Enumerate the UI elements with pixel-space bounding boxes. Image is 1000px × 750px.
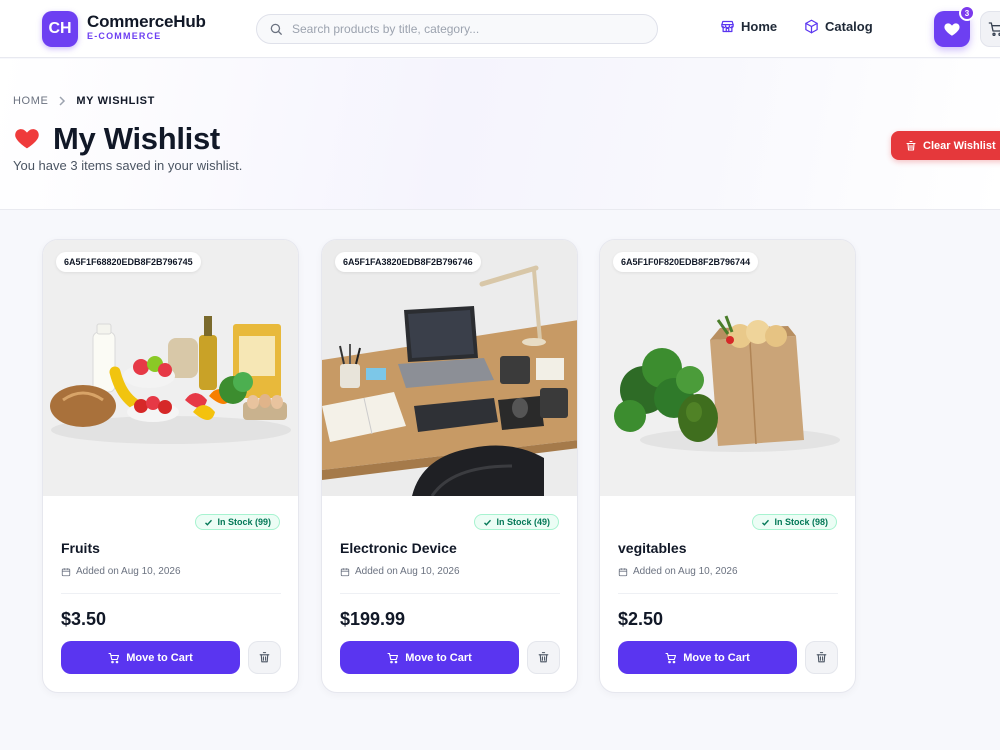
added-date-label: Added on Aug 10, 2026: [633, 566, 738, 577]
trash-icon: [259, 652, 270, 663]
vegetables-illustration: [600, 240, 855, 496]
top-navbar: CH CommerceHub E-COMMERCE Home Catalog 3: [0, 0, 1000, 58]
product-price: $3.50: [61, 609, 107, 629]
move-to-cart-button[interactable]: Move to Cart: [340, 641, 519, 674]
product-name[interactable]: Electronic Device: [340, 540, 457, 556]
product-id-chip: 6A5F1FA3820EDB8F2B796746: [335, 252, 481, 272]
calendar-icon: [340, 567, 350, 576]
stock-badge: In Stock (99): [195, 514, 280, 530]
search-bar[interactable]: [256, 14, 658, 44]
calendar-icon: [61, 567, 71, 576]
search-input[interactable]: [292, 22, 632, 36]
cart-icon: [387, 652, 399, 663]
trash-icon: [538, 652, 549, 663]
brand-tagline: E-COMMERCE: [87, 31, 162, 41]
card-divider: [618, 593, 838, 594]
heart-icon: [15, 129, 39, 149]
move-to-cart-button[interactable]: Move to Cart: [61, 641, 240, 674]
wishlist-card: 6A5F1F68820EDB8F2B796745 In Stock (99) F…: [42, 239, 299, 693]
card-divider: [61, 593, 281, 594]
brand-logo[interactable]: CH: [42, 11, 78, 47]
breadcrumb-current: MY WISHLIST: [76, 95, 155, 107]
remove-item-button[interactable]: [527, 641, 560, 674]
cart-icon: [665, 652, 677, 663]
product-image[interactable]: 6A5F1F68820EDB8F2B796745: [43, 240, 298, 496]
product-price: $2.50: [618, 609, 664, 629]
move-to-cart-label: Move to Cart: [405, 651, 472, 664]
page-title: My Wishlist: [53, 121, 220, 156]
cart-button[interactable]: [980, 11, 1000, 47]
added-date: Added on Aug 10, 2026: [340, 566, 460, 577]
product-name[interactable]: vegitables: [618, 540, 686, 556]
chevron-right-icon: [59, 96, 66, 106]
calendar-icon: [618, 567, 628, 576]
trash-icon: [816, 652, 827, 663]
clear-wishlist-label: Clear Wishlist: [923, 139, 996, 152]
page-title-row: My Wishlist: [13, 121, 220, 157]
added-date-label: Added on Aug 10, 2026: [355, 566, 460, 577]
stock-label: In Stock (49): [496, 517, 550, 527]
wishlist-hero: HOME MY WISHLIST My Wishlist You have 3 …: [0, 59, 1000, 210]
nav-catalog-link[interactable]: Catalog: [804, 19, 873, 34]
remove-item-button[interactable]: [805, 641, 838, 674]
nav-home-label: Home: [741, 19, 778, 34]
desk-setup-illustration: [322, 240, 577, 496]
groceries-illustration: [43, 240, 298, 496]
added-date: Added on Aug 10, 2026: [61, 566, 181, 577]
clear-wishlist-button[interactable]: Clear Wishlist: [891, 131, 1000, 160]
wishlist-card: 6A5F1FA3820EDB8F2B796746 In Stock (49) E…: [321, 239, 578, 693]
cart-icon: [988, 22, 1000, 36]
stock-label: In Stock (99): [217, 517, 271, 527]
stock-label: In Stock (98): [774, 517, 828, 527]
product-id-chip: 6A5F1F0F820EDB8F2B796744: [613, 252, 759, 272]
remove-item-button[interactable]: [248, 641, 281, 674]
product-id-chip: 6A5F1F68820EDB8F2B796745: [56, 252, 201, 272]
page-subtitle: You have 3 items saved in your wishlist.: [13, 158, 243, 173]
heart-icon: [944, 23, 960, 36]
product-price: $199.99: [340, 609, 406, 629]
breadcrumb: HOME MY WISHLIST: [13, 95, 155, 107]
move-to-cart-label: Move to Cart: [683, 651, 750, 664]
box-icon: [805, 19, 818, 34]
card-divider: [340, 593, 560, 594]
stock-badge: In Stock (49): [474, 514, 559, 530]
added-date-label: Added on Aug 10, 2026: [76, 566, 181, 577]
check-icon: [484, 519, 492, 526]
check-icon: [762, 519, 770, 526]
stock-badge: In Stock (98): [752, 514, 837, 530]
product-image[interactable]: 6A5F1F0F820EDB8F2B796744: [600, 240, 855, 496]
move-to-cart-button[interactable]: Move to Cart: [618, 641, 797, 674]
brand-name[interactable]: CommerceHub: [87, 12, 206, 32]
product-name[interactable]: Fruits: [61, 540, 100, 556]
wishlist-count-badge: 3: [959, 5, 975, 21]
move-to-cart-label: Move to Cart: [126, 651, 193, 664]
check-icon: [205, 519, 213, 526]
wishlist-card: 6A5F1F0F820EDB8F2B796744 In Stock (98) v…: [599, 239, 856, 693]
store-icon: [721, 20, 734, 33]
nav-catalog-label: Catalog: [825, 19, 873, 34]
product-image[interactable]: 6A5F1FA3820EDB8F2B796746: [322, 240, 577, 496]
trash-icon: [906, 140, 916, 151]
cart-icon: [108, 652, 120, 663]
search-icon: [270, 23, 282, 35]
nav-home-link[interactable]: Home: [720, 19, 777, 34]
added-date: Added on Aug 10, 2026: [618, 566, 738, 577]
breadcrumb-home[interactable]: HOME: [13, 95, 48, 107]
